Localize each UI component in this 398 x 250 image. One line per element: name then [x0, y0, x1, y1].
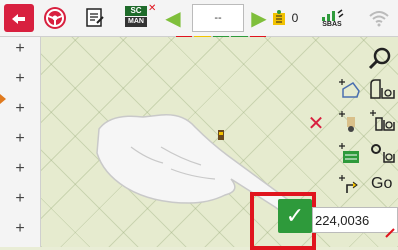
steering-wheel-button[interactable]: [40, 4, 70, 32]
field-map-button[interactable]: [335, 141, 365, 167]
gear-file-icon: [371, 144, 395, 163]
route-add-icon: [339, 175, 358, 193]
add-button-4[interactable]: +: [0, 129, 40, 149]
left-toolbar: + + + + + + +: [0, 37, 41, 247]
back-button[interactable]: [4, 4, 34, 32]
steering-wheel-icon: [44, 7, 66, 29]
signal-bars-icon: [322, 8, 344, 21]
man-label: MAN: [125, 17, 147, 27]
confirm-button[interactable]: ✓: [278, 199, 312, 233]
add-button-1[interactable]: +: [0, 39, 40, 59]
go-label[interactable]: Go: [371, 175, 392, 193]
counter-value: 0: [291, 11, 299, 25]
left-triangle-icon: ◀: [165, 7, 181, 30]
back-arrow-icon: [12, 14, 25, 24]
add-button-6[interactable]: +: [0, 189, 40, 209]
field-counter-icon: [273, 10, 285, 25]
field-info-button-1[interactable]: [367, 77, 397, 103]
add-tractor-button[interactable]: [335, 109, 365, 135]
add-button-7[interactable]: +: [0, 219, 40, 239]
wireless-button[interactable]: [362, 4, 396, 32]
selector-field[interactable]: --: [192, 4, 244, 32]
field-info-button-2[interactable]: [367, 109, 397, 135]
pen-cursor-icon: [385, 228, 395, 238]
section-control-button[interactable]: SC MAN ✕: [120, 3, 158, 32]
checkmark-icon: ✓: [285, 203, 305, 228]
add-button-5[interactable]: +: [0, 159, 40, 179]
field-info-plus-icon: [370, 110, 395, 131]
top-toolbar: SC MAN ✕ ◀ -- ▶ 0 SBAS: [0, 0, 398, 37]
wifi-icon: [369, 11, 389, 27]
sc-label: SC: [125, 6, 147, 16]
cancel-button[interactable]: ✕: [306, 114, 326, 134]
magnifier-icon: [368, 47, 391, 70]
disabled-x-icon: ✕: [148, 3, 157, 14]
add-boundary-button[interactable]: [335, 77, 365, 103]
record-notepad-icon: [86, 8, 104, 27]
add-button-3[interactable]: +: [0, 99, 40, 119]
field-map-icon: [339, 143, 359, 163]
previous-button[interactable]: ◀: [160, 4, 186, 32]
add-route-button[interactable]: [335, 173, 365, 199]
search-button[interactable]: [365, 45, 395, 71]
right-triangle-icon: ▶: [251, 7, 267, 30]
sbas-label: SBAS: [322, 20, 342, 28]
settings-button[interactable]: [367, 141, 397, 167]
counter-button[interactable]: [272, 4, 286, 32]
add-button-2[interactable]: +: [0, 69, 40, 89]
field-boundary-add-icon: [339, 79, 360, 98]
record-button[interactable]: [80, 4, 110, 32]
next-button[interactable]: ▶: [246, 4, 272, 32]
tractor-add-icon: [339, 111, 355, 132]
gps-status-button[interactable]: SBAS: [310, 4, 354, 32]
field-info-icon: [370, 79, 395, 99]
orange-pointer-icon: [0, 94, 6, 104]
